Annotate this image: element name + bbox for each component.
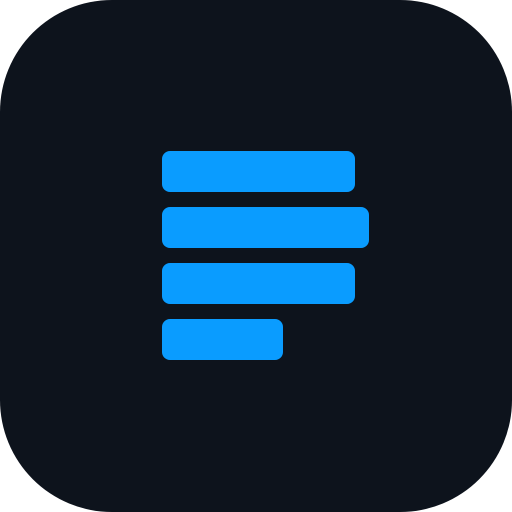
app-icon [0,0,512,512]
text-line-2 [162,207,369,248]
text-line-4 [162,319,283,360]
text-line-1 [162,151,355,192]
text-line-3 [162,263,355,304]
text-lines-icon [0,0,512,512]
